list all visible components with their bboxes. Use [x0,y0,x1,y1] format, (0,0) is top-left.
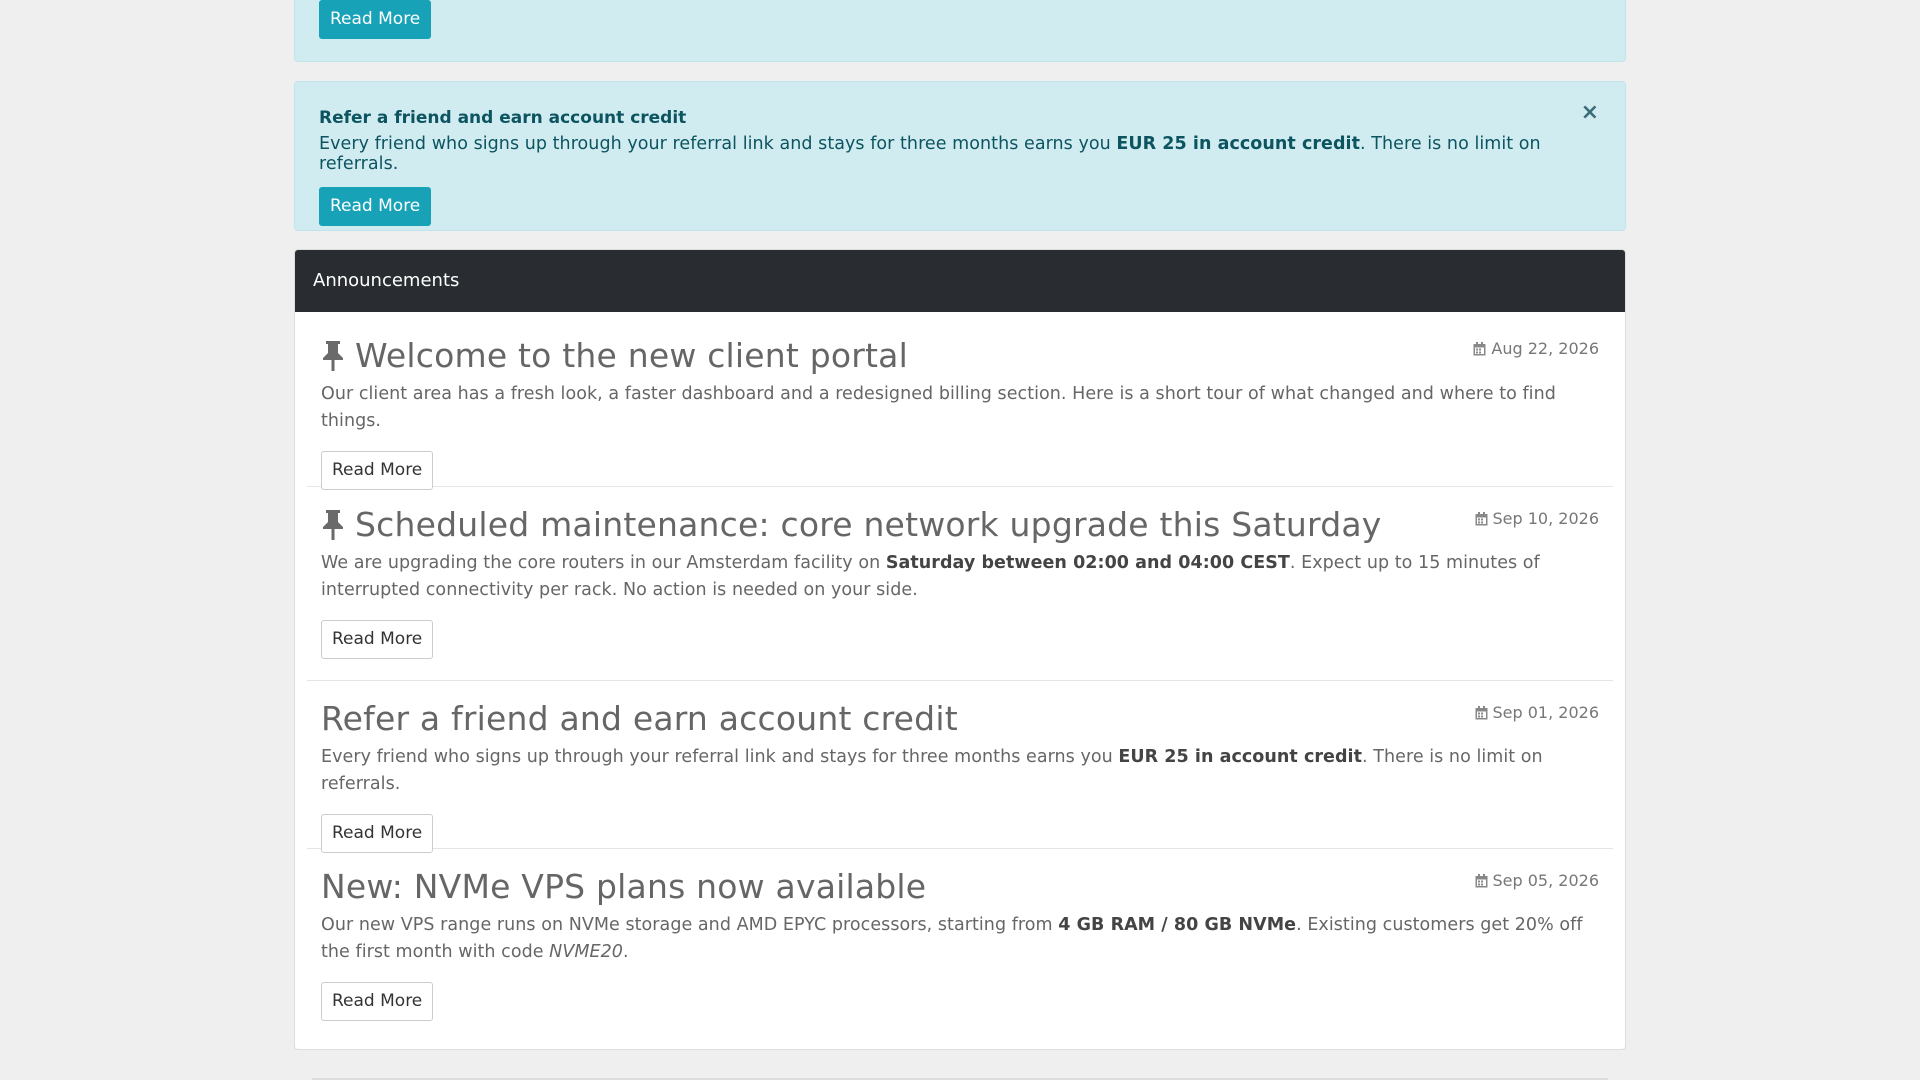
announcement-body-part: Every friend who signs up through your r… [321,747,1119,767]
announcement-title[interactable]: Welcome to the new client portal [321,312,1599,375]
announcement-date-text: Sep 10, 2026 [1492,509,1600,528]
announcement-read-more-button[interactable]: Read More [321,814,434,853]
referral-alert-title: Refer a friend and earn account credit [319,108,687,128]
announcement-read-more-button[interactable]: Read More [321,451,434,490]
announcement-body-code: NVME20 [549,942,623,962]
announcement-title-text: Scheduled maintenance: core network upgr… [355,505,1382,544]
announcement-title-text: Welcome to the new client portal [355,336,908,375]
announcement-body-part: We are upgrading the core routers in our… [321,553,886,573]
announcement-date-text: Sep 01, 2026 [1492,703,1600,722]
announcement-body-bold: Saturday between 02:00 and 04:00 CEST [885,553,1290,573]
top-alert-read-more-button[interactable]: Read More [319,0,432,39]
top-alert: Read More [294,0,1626,62]
announcement-body-bold: 4 GB RAM / 80 GB NVMe [1058,915,1297,935]
announcement-date-text: Sep 05, 2026 [1492,871,1600,890]
pin-icon [323,340,343,371]
calendar-icon [1475,705,1487,719]
referral-alert: × Refer a friend and earn account credit… [294,81,1626,231]
announcement-body: Our client area has a fresh look, a fast… [321,384,1556,431]
calendar-icon [1473,341,1486,355]
referral-alert-text: Every friend who signs up through your r… [319,134,1601,174]
announcement-body: Every friend who signs up through your r… [321,744,1599,798]
announcement-read-more-button[interactable]: Read More [321,982,434,1021]
announcement-item: Sep 10, 2026 Scheduled maintenance: core… [307,487,1613,681]
announcements-panel: Announcements Aug 22, 2026 Welcome to th… [294,249,1626,1050]
announcement-body-part: . [622,942,629,962]
announcement-body: Our new VPS range runs on NVMe storage a… [321,912,1599,966]
announcement-date: Aug 22, 2026 [1473,339,1599,358]
announcement-title[interactable]: Refer a friend and earn account credit [321,681,1599,738]
announcement-body: We are upgrading the core routers in our… [321,550,1599,604]
main-content: Read More × Refer a friend and earn acco… [294,0,1626,1050]
announcement-item: Sep 01, 2026 Refer a friend and earn acc… [307,681,1613,853]
close-icon[interactable]: × [1581,100,1599,125]
calendar-icon [1475,873,1487,887]
calendar-icon [1475,511,1487,525]
announcement-date: Sep 01, 2026 [1475,703,1600,722]
announcement-date-text: Aug 22, 2026 [1491,339,1599,358]
announcement-read-more-button[interactable]: Read More [321,620,434,659]
announcement-date: Sep 05, 2026 [1475,871,1600,890]
referral-alert-text-bold: EUR 25 in account credit [1116,134,1361,154]
referral-read-more-button[interactable]: Read More [319,187,432,226]
referral-alert-text-part: Every friend who signs up through your r… [319,134,1117,154]
pin-icon [323,509,343,540]
announcements-heading: Announcements [295,250,1625,312]
announcement-body-bold: EUR 25 in account credit [1118,747,1363,767]
announcement-date: Sep 10, 2026 [1475,509,1600,528]
announcement-item: Aug 22, 2026 Welcome to the new client p… [307,312,1613,490]
announcement-title[interactable]: Scheduled maintenance: core network upgr… [321,487,1599,544]
announcement-title[interactable]: New: NVMe VPS plans now available [321,849,1599,906]
announcement-item: Sep 05, 2026 New: NVMe VPS plans now ava… [307,849,1613,1049]
announcement-body-part: Our new VPS range runs on NVMe storage a… [321,915,1059,935]
